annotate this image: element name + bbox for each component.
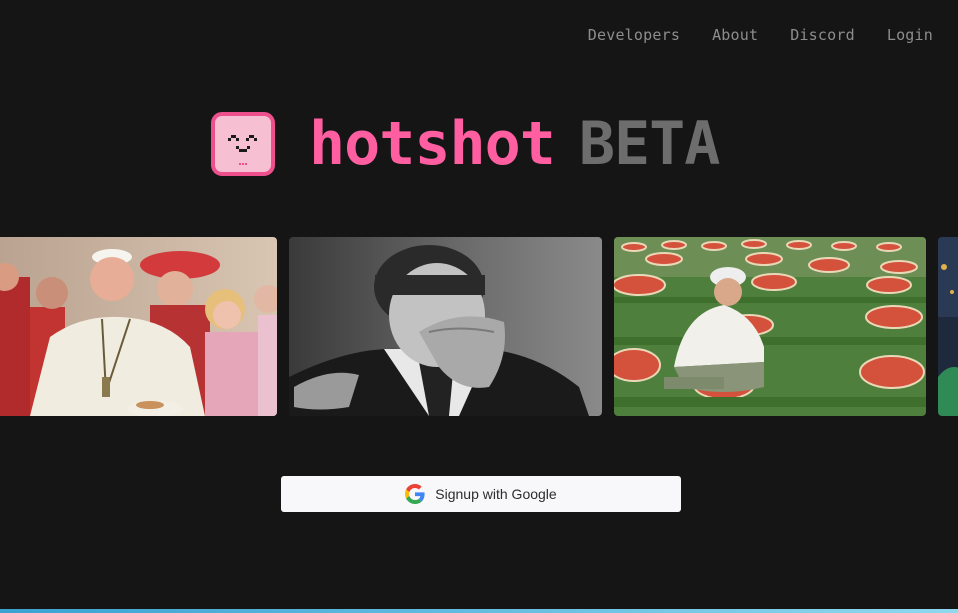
google-icon (405, 484, 425, 504)
pizza-field-image (614, 237, 926, 416)
nav-login-link[interactable]: Login (887, 26, 933, 44)
carousel-image-pope[interactable] (0, 237, 277, 416)
beta-badge: BETA (578, 109, 720, 179)
partial-image (938, 237, 958, 416)
image-carousel (0, 237, 958, 416)
smiling-face-logo-icon (211, 112, 275, 176)
bottom-accent-bar (0, 609, 958, 613)
brand-header: hotshot BETA (211, 109, 720, 179)
logo-face-icon (228, 135, 257, 165)
carousel-image-pizza-field[interactable] (614, 237, 926, 416)
nav-about-link[interactable]: About (712, 26, 758, 44)
nav-developers-link[interactable]: Developers (588, 26, 680, 44)
carousel-image-partial[interactable] (938, 237, 958, 416)
pope-with-people-image (0, 237, 277, 416)
signup-with-google-button[interactable]: Signup with Google (281, 476, 681, 512)
carousel-image-crying-man[interactable] (289, 237, 602, 416)
top-nav: Developers About Discord Login (588, 26, 933, 44)
man-crying-black-and-white-image (289, 237, 602, 416)
nav-discord-link[interactable]: Discord (790, 26, 855, 44)
brand-name: hotshot (309, 109, 556, 179)
signup-button-label: Signup with Google (435, 486, 557, 502)
